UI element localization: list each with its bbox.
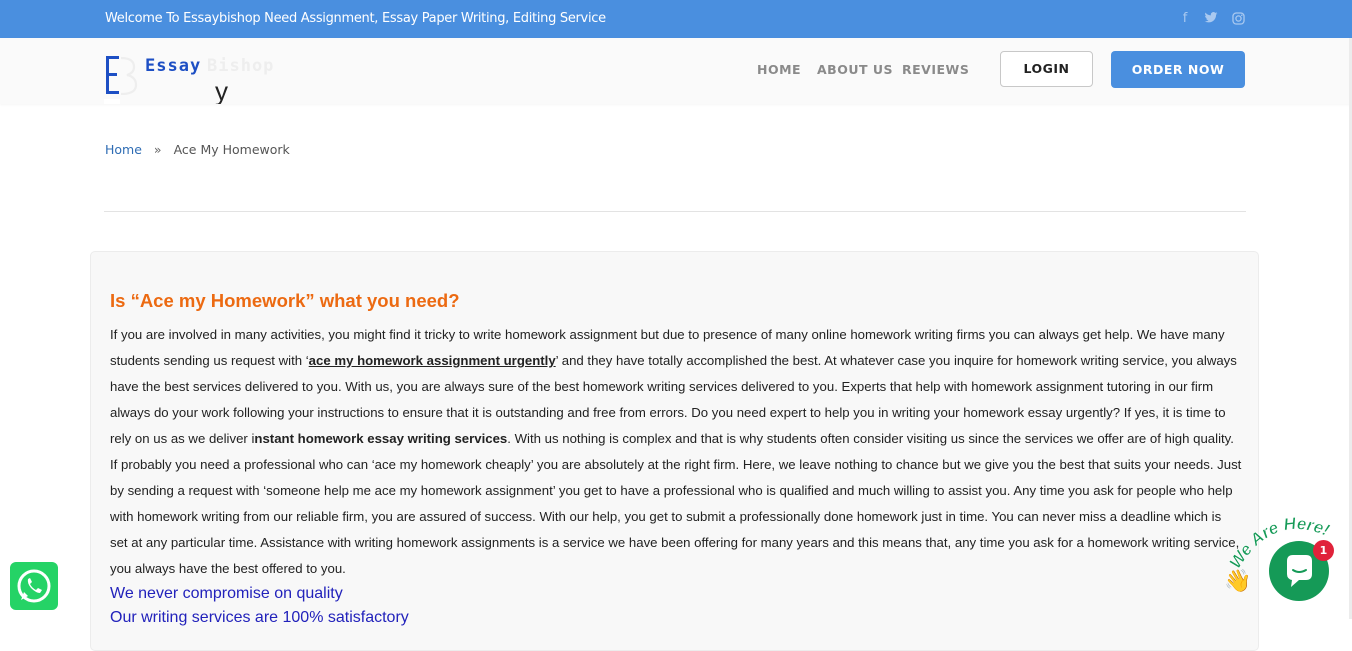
bold-phrase: nstant homework essay writing services — [254, 431, 508, 446]
breadcrumb: Home » Ace My Homework — [105, 142, 290, 157]
breadcrumb-current: Ace My Homework — [173, 142, 290, 157]
article-paragraph: If you are involved in many activities, … — [110, 322, 1242, 582]
logo-word-bishop: Bishop — [207, 56, 275, 76]
whatsapp-button[interactable] — [10, 562, 58, 610]
section-divider — [104, 211, 1246, 212]
waving-hand-icon: 👋 — [1224, 568, 1251, 594]
ace-homework-link[interactable]: ace my homework assignment urgently — [309, 353, 556, 368]
essaybishop-logo[interactable]: Essay Bishop — [104, 55, 294, 97]
instagram-icon[interactable] — [1231, 12, 1245, 26]
title-cover — [104, 99, 120, 104]
facebook-icon[interactable]: f — [1178, 12, 1192, 26]
chat-notification-badge: 1 — [1313, 540, 1334, 561]
article-heading: Is “Ace my Homework” what you need? — [110, 290, 460, 311]
paragraph-text: . With us nothing is complex and that is… — [110, 431, 1242, 576]
twitter-icon[interactable] — [1204, 12, 1218, 26]
order-now-button[interactable]: ORDER NOW — [1111, 51, 1245, 88]
login-button[interactable]: LOGIN — [1000, 51, 1093, 87]
nav-reviews[interactable]: REVIEWS — [902, 62, 969, 77]
subheading-quality: We never compromise on quality — [110, 585, 343, 602]
nav-about-us[interactable]: ABOUT US — [817, 62, 893, 77]
nav-home[interactable]: HOME — [757, 62, 801, 77]
logo-word-essay: Essay — [145, 56, 202, 76]
welcome-message: Welcome To Essaybishop Need Assignment, … — [105, 11, 606, 26]
logo-mark-icon — [106, 56, 138, 95]
breadcrumb-separator: » — [153, 142, 162, 157]
subheading-satisfactory: Our writing services are 100% satisfacto… — [110, 609, 409, 626]
breadcrumb-home-link[interactable]: Home — [105, 142, 142, 157]
whatsapp-icon — [17, 569, 51, 603]
top-bar: Welcome To Essaybishop Need Assignment, … — [0, 0, 1352, 38]
